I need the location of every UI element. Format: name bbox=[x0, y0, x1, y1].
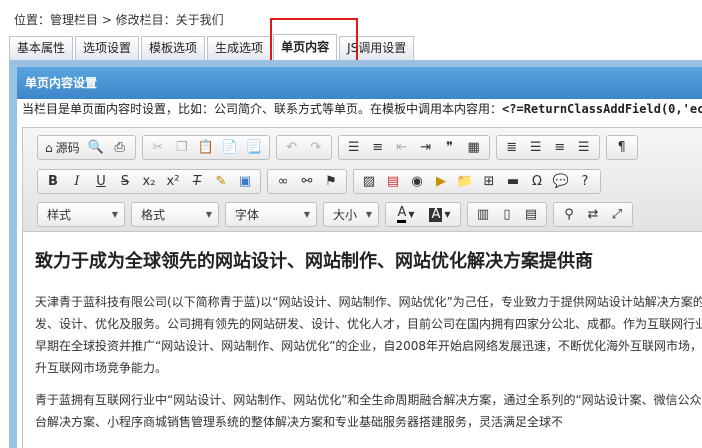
font-select-label: 字体 bbox=[235, 208, 260, 222]
chevron-down-icon: ▼ bbox=[365, 210, 372, 219]
direction-group: ¶ bbox=[605, 135, 638, 160]
indent-icon[interactable]: ⇥ bbox=[414, 137, 438, 159]
editor-content[interactable]: 致力于成为全球领先的网站设计、网站制作、网站优化解决方案提供商 天津青于蓝科技有… bbox=[23, 233, 702, 448]
tab-generate[interactable]: 生成选项 bbox=[207, 36, 272, 60]
panel-frame: 单页内容设置 当栏目是单页面内容时设置，比如：公司简介、联系方式等单页。在模板中… bbox=[9, 60, 702, 448]
source-group: ⌂ 源码 🔍 ⎙ bbox=[37, 135, 136, 160]
align-group: ≣ ☰ ≡ ☰ bbox=[495, 135, 600, 160]
rich-text-editor: ⌂ 源码 🔍 ⎙ ✂ ❐ 📋 📄 📃 ↶ ↷ ☰ ≡ ⇤ ⇥ ❞ ▦ ≣ ☰ ≡… bbox=[22, 127, 702, 448]
breadcrumb: 位置：管理栏目 > 修改栏目：关于我们 bbox=[14, 13, 224, 27]
image-icon[interactable]: ▨ bbox=[357, 171, 381, 193]
media-icon[interactable]: ▶ bbox=[429, 171, 453, 193]
blockquote-icon[interactable]: ❞ bbox=[438, 137, 462, 159]
copy-icon[interactable]: ❐ bbox=[170, 137, 194, 159]
link-group: ∞ ⚯ ⚑ bbox=[267, 169, 347, 194]
strike-icon[interactable]: S bbox=[113, 171, 137, 193]
size-select-label: 大小 bbox=[333, 208, 358, 222]
source-icon: ⌂ bbox=[45, 140, 53, 155]
remove-format-icon[interactable]: T̶ bbox=[185, 171, 209, 193]
tab-basic[interactable]: 基本属性 bbox=[9, 36, 74, 60]
select-all-icon[interactable]: ▣ bbox=[233, 171, 257, 193]
smiley-icon[interactable]: 💬 bbox=[549, 171, 573, 193]
unlink-icon[interactable]: ⚯ bbox=[295, 171, 319, 193]
special-char-icon[interactable]: Ω bbox=[525, 171, 549, 193]
cut-icon[interactable]: ✂ bbox=[146, 137, 170, 159]
insert-group: ▨ ▤ ◉ ▶ 📁 ⊞ ▬ Ω 💬 ? bbox=[353, 169, 601, 194]
horizontal-rule-icon[interactable]: ▬ bbox=[501, 171, 525, 193]
document-group: ▥ ▯ ▤ bbox=[467, 202, 547, 227]
content-paragraph: 天津青于蓝科技有限公司(以下简称青于蓝)以“网站设计、网站制作、网站优化”为己任… bbox=[35, 295, 702, 375]
underline-icon[interactable]: U bbox=[89, 171, 113, 193]
color-group: A ▼ A ▼ bbox=[385, 202, 461, 227]
about-icon[interactable]: ? bbox=[573, 171, 597, 193]
preview-icon[interactable]: 🔍 bbox=[84, 137, 108, 159]
anchor-icon[interactable]: ⚑ bbox=[319, 171, 343, 193]
chevron-down-icon: ▼ bbox=[205, 210, 212, 219]
new-page-icon[interactable]: ▯ bbox=[495, 204, 519, 226]
template-code: <?=ReturnClassAddField(0,'eclas bbox=[502, 102, 702, 116]
panel-title: 单页内容设置 bbox=[17, 67, 702, 99]
templates-icon[interactable]: ▥ bbox=[471, 204, 495, 226]
subscript-icon[interactable]: x₂ bbox=[137, 171, 161, 193]
bold-icon[interactable]: B bbox=[41, 171, 65, 193]
paste-word-icon[interactable]: 📃 bbox=[242, 137, 266, 159]
format-painter-icon[interactable]: ✎ bbox=[209, 171, 233, 193]
link-icon[interactable]: ∞ bbox=[271, 171, 295, 193]
file-icon[interactable]: 📁 bbox=[453, 171, 477, 193]
panel-description: 当栏目是单页面内容时设置，比如：公司简介、联系方式等单页。在模板中调用本内容用：… bbox=[17, 99, 702, 119]
italic-icon[interactable]: I bbox=[65, 171, 89, 193]
ordered-list-icon[interactable]: ☰ bbox=[342, 137, 366, 159]
bullet-list-icon[interactable]: ≡ bbox=[366, 137, 390, 159]
grid-icon[interactable]: ⊞ bbox=[477, 171, 501, 193]
bg-color-icon[interactable]: A ▼ bbox=[423, 204, 457, 226]
superscript-icon[interactable]: x² bbox=[161, 171, 185, 193]
format-select-label: 格式 bbox=[141, 208, 166, 222]
format-select[interactable]: 格式 ▼ bbox=[131, 202, 219, 227]
paste-text-icon[interactable]: 📄 bbox=[218, 137, 242, 159]
toolbar-row-2: B I U S x₂ x² T̶ ✎ ▣ ∞ ⚯ ⚑ ▨ ▤ ◉ ▶ 📁 ⊞ ▬… bbox=[37, 169, 607, 194]
show-blocks-icon[interactable]: ▤ bbox=[519, 204, 543, 226]
editor-toolbar: ⌂ 源码 🔍 ⎙ ✂ ❐ 📋 📄 📃 ↶ ↷ ☰ ≡ ⇤ ⇥ ❞ ▦ ≣ ☰ ≡… bbox=[23, 128, 702, 232]
style-select-label: 样式 bbox=[47, 208, 72, 222]
content-paragraph: 青于蓝拥有互联网行业中“网站设计、网站制作、网站优化”和全生命周期融合解决方案，… bbox=[35, 393, 702, 429]
chevron-down-icon: ▼ bbox=[111, 210, 118, 219]
replace-icon[interactable]: ⇄ bbox=[581, 204, 605, 226]
panel: 单页内容设置 当栏目是单页面内容时设置，比如：公司简介、联系方式等单页。在模板中… bbox=[17, 67, 702, 448]
align-left-icon[interactable]: ≣ bbox=[500, 137, 524, 159]
description-text: 当栏目是单页面内容时设置，比如：公司简介、联系方式等单页。在模板中调用本内容用： bbox=[22, 102, 503, 116]
find-icon[interactable]: ⚲ bbox=[557, 204, 581, 226]
basic-style-group: B I U S x₂ x² T̶ ✎ ▣ bbox=[37, 169, 261, 194]
list-group: ☰ ≡ ⇤ ⇥ ❞ ▦ bbox=[337, 135, 490, 160]
paste-icon[interactable]: 📋 bbox=[194, 137, 218, 159]
history-group: ↶ ↷ bbox=[275, 135, 332, 160]
outdent-icon[interactable]: ⇤ bbox=[390, 137, 414, 159]
flash-icon[interactable]: ◉ bbox=[405, 171, 429, 193]
div-icon[interactable]: ▦ bbox=[462, 137, 486, 159]
chevron-down-icon: ▼ bbox=[303, 210, 310, 219]
source-label: 源码 bbox=[55, 141, 80, 155]
tools-group: ⚲ ⇄ ⤢ bbox=[553, 202, 633, 227]
style-select[interactable]: 样式 ▼ bbox=[37, 202, 125, 227]
maximize-icon[interactable]: ⤢ bbox=[605, 204, 629, 226]
redo-icon[interactable]: ↷ bbox=[304, 137, 328, 159]
tab-template[interactable]: 模板选项 bbox=[141, 36, 206, 60]
source-button[interactable]: ⌂ 源码 bbox=[41, 137, 84, 159]
font-select[interactable]: 字体 ▼ bbox=[225, 202, 317, 227]
align-right-icon[interactable]: ≡ bbox=[548, 137, 572, 159]
size-select[interactable]: 大小 ▼ bbox=[323, 202, 379, 227]
text-color-icon[interactable]: A ▼ bbox=[389, 204, 423, 226]
clipboard-group: ✂ ❐ 📋 📄 📃 bbox=[141, 135, 270, 160]
tab-options[interactable]: 选项设置 bbox=[75, 36, 140, 60]
content-heading: 致力于成为全球领先的网站设计、网站制作、网站优化解决方案提供商 bbox=[35, 251, 593, 272]
undo-icon[interactable]: ↶ bbox=[280, 137, 304, 159]
toolbar-row-3: 样式 ▼ 格式 ▼ 字体 ▼ 大小 ▼ A ▼ A ▼ ▥ ▯ ▤ ⚲ ⇄ ⤢ bbox=[37, 202, 639, 227]
toolbar-row-1: ⌂ 源码 🔍 ⎙ ✂ ❐ 📋 📄 📃 ↶ ↷ ☰ ≡ ⇤ ⇥ ❞ ▦ ≣ ☰ ≡… bbox=[37, 135, 644, 160]
table-icon[interactable]: ▤ bbox=[381, 171, 405, 193]
justify-icon[interactable]: ☰ bbox=[572, 137, 596, 159]
print-icon[interactable]: ⎙ bbox=[108, 137, 132, 159]
align-center-icon[interactable]: ☰ bbox=[524, 137, 548, 159]
ltr-icon[interactable]: ¶ bbox=[610, 137, 634, 159]
